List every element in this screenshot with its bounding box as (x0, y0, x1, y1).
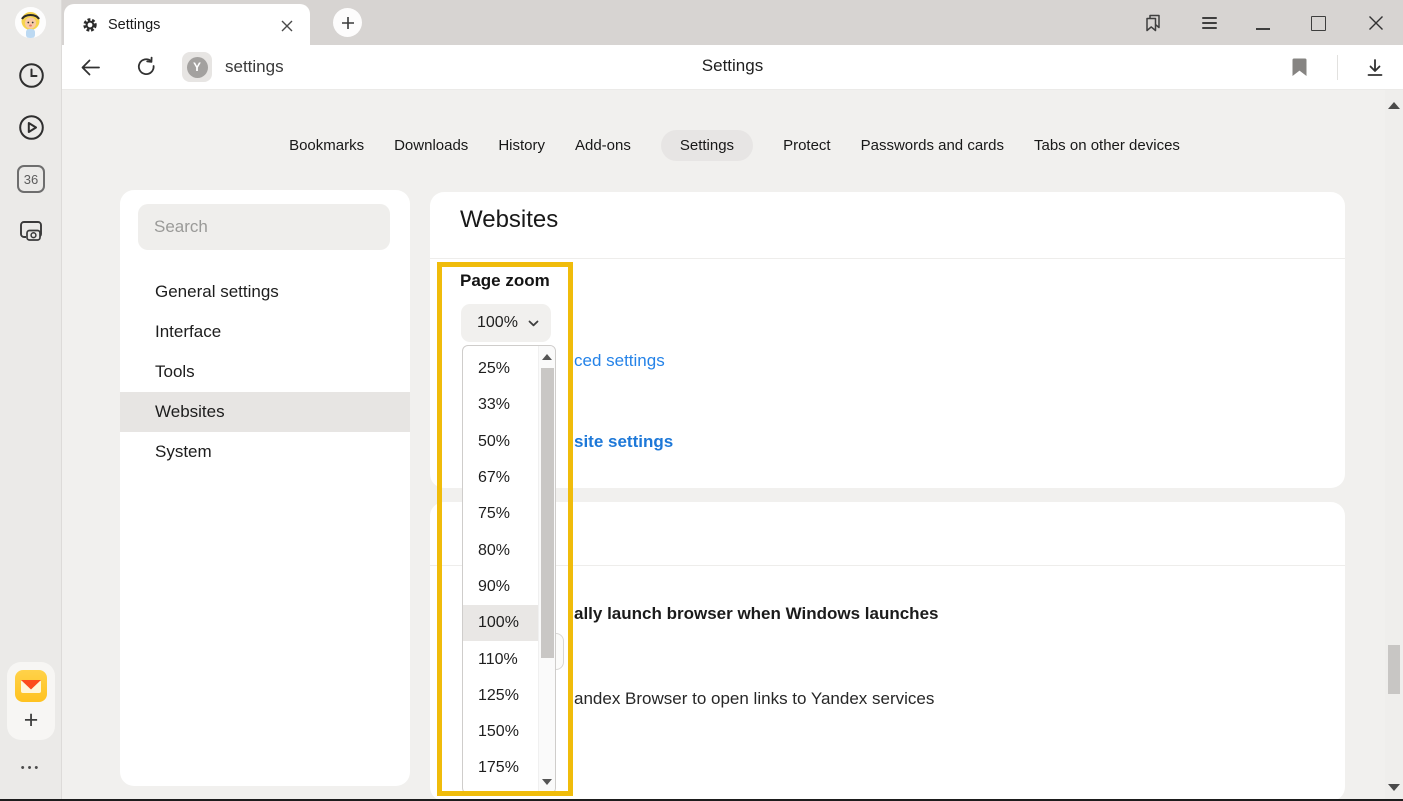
settings-nav-tabs: Bookmarks Downloads History Add-ons Settings… (62, 130, 1385, 161)
zoom-option-25-[interactable]: 25% (463, 351, 538, 387)
search-input[interactable] (138, 204, 390, 250)
media-play-icon[interactable] (17, 113, 45, 141)
scroll-up-icon[interactable] (542, 354, 552, 360)
page-scrollbar-thumb[interactable] (1388, 645, 1400, 694)
sidebar-item-websites[interactable]: Websites (120, 392, 410, 432)
advanced-settings-link-partial[interactable]: ced settings (574, 351, 665, 371)
site-settings-link-partial[interactable]: site settings (574, 432, 673, 452)
settings-menu: General settingsInterfaceToolsWebsitesSy… (120, 272, 410, 472)
scroll-down-icon[interactable] (542, 779, 552, 785)
zoom-option-75-[interactable]: 75% (463, 496, 538, 532)
app-sidebar: 36 + ••• (0, 0, 62, 801)
divider (430, 258, 1345, 259)
yandex-links-setting-label-partial: andex Browser to open links to Yandex se… (574, 689, 934, 709)
history-icon[interactable] (17, 61, 45, 89)
launch-setting-label-partial: ally launch browser when Windows launche… (574, 604, 938, 624)
nav-tab-settings[interactable]: Settings (661, 130, 753, 161)
page-scrollbar[interactable] (1385, 90, 1403, 801)
profile-avatar[interactable] (15, 7, 46, 38)
page-zoom-options: 25%33%50%67%75%80%90%100%110%125%150%175… (463, 346, 538, 793)
maximize-button[interactable] (1306, 11, 1330, 35)
page-zoom-label: Page zoom (460, 271, 550, 291)
zoom-option-90-[interactable]: 90% (463, 569, 538, 605)
scroll-down-icon[interactable] (1388, 784, 1400, 791)
sidebar-item-system[interactable]: System (120, 432, 410, 472)
chevron-down-icon (528, 320, 539, 327)
screenshot-icon[interactable] (17, 217, 45, 245)
sidebar-more-button[interactable]: ••• (0, 762, 62, 774)
zoom-option-125-[interactable]: 125% (463, 678, 538, 714)
plus-icon (341, 16, 355, 30)
zoom-option-150-[interactable]: 150% (463, 714, 538, 750)
toolbar: Y settings Settings (62, 45, 1403, 90)
page-zoom-value: 100% (477, 314, 518, 332)
tab-close-icon[interactable] (278, 17, 296, 35)
sidebar-item-interface[interactable]: Interface (120, 312, 410, 352)
zoom-option-67-[interactable]: 67% (463, 460, 538, 496)
close-window-button[interactable] (1364, 11, 1388, 35)
zoom-option-33-[interactable]: 33% (463, 387, 538, 423)
divider (430, 565, 1345, 566)
zoom-option-175-[interactable]: 175% (463, 750, 538, 786)
nav-tab-passwords-and-cards[interactable]: Passwords and cards (861, 130, 1004, 161)
section-heading: Websites (460, 206, 558, 234)
yandex-mail-icon[interactable] (15, 670, 47, 702)
sidebar-item-tools[interactable]: Tools (120, 352, 410, 392)
zoom-option-50-[interactable]: 50% (463, 424, 538, 460)
add-app-button[interactable]: + (7, 704, 55, 736)
plus-icon: + (24, 706, 39, 735)
minimize-button[interactable] (1251, 11, 1275, 35)
dropdown-scrollbar[interactable] (538, 346, 555, 793)
nav-tab-protect[interactable]: Protect (783, 130, 831, 161)
download-icon[interactable] (1361, 54, 1388, 81)
bookmark-icon[interactable] (1286, 54, 1313, 81)
settings-page: Bookmarks Downloads History Add-ons Settings… (62, 90, 1403, 801)
page-title: Settings (62, 56, 1403, 76)
page-zoom-dropdown: 25%33%50%67%75%80%90%100%110%125%150%175… (462, 345, 556, 794)
nav-tab-bookmarks[interactable]: Bookmarks (289, 130, 364, 161)
ellipsis-icon: ••• (21, 762, 42, 774)
gear-icon (82, 17, 98, 33)
toolbar-divider (1337, 55, 1338, 80)
zoom-option-80-[interactable]: 80% (463, 532, 538, 568)
avatar-girl-icon (15, 7, 46, 38)
new-tab-button[interactable] (333, 8, 362, 37)
websites-card: Websites ced settings site settings (430, 192, 1345, 488)
tab-count-badge[interactable]: 36 (17, 165, 45, 193)
zoom-option-110-[interactable]: 110% (463, 641, 538, 677)
nav-tab-add-ons[interactable]: Add-ons (575, 130, 631, 161)
nav-tab-downloads[interactable]: Downloads (394, 130, 468, 161)
tab-collections-icon[interactable] (1141, 11, 1165, 35)
page-zoom-select[interactable]: 100% (461, 304, 551, 342)
tab-title: Settings (108, 17, 160, 33)
nav-tab-history[interactable]: History (498, 130, 545, 161)
system-card: ally launch browser when Windows launche… (430, 502, 1345, 801)
titlebar: Settings (62, 0, 1403, 45)
zoom-option-100-[interactable]: 100% (463, 605, 538, 641)
nav-tab-tabs-on-other-devices[interactable]: Tabs on other devices (1034, 130, 1180, 161)
menu-icon[interactable] (1197, 11, 1221, 35)
sidebar-item-general-settings[interactable]: General settings (120, 272, 410, 312)
scroll-up-icon[interactable] (1388, 102, 1400, 109)
tab-count-label: 36 (24, 172, 38, 187)
settings-sidebar-panel: General settingsInterfaceToolsWebsitesSy… (120, 190, 410, 786)
pinned-apps-dock: + (7, 662, 55, 740)
browser-tab-settings[interactable]: Settings (64, 4, 310, 45)
browser-window: 36 + ••• (0, 0, 1403, 801)
dropdown-scrollbar-thumb[interactable] (541, 368, 554, 658)
